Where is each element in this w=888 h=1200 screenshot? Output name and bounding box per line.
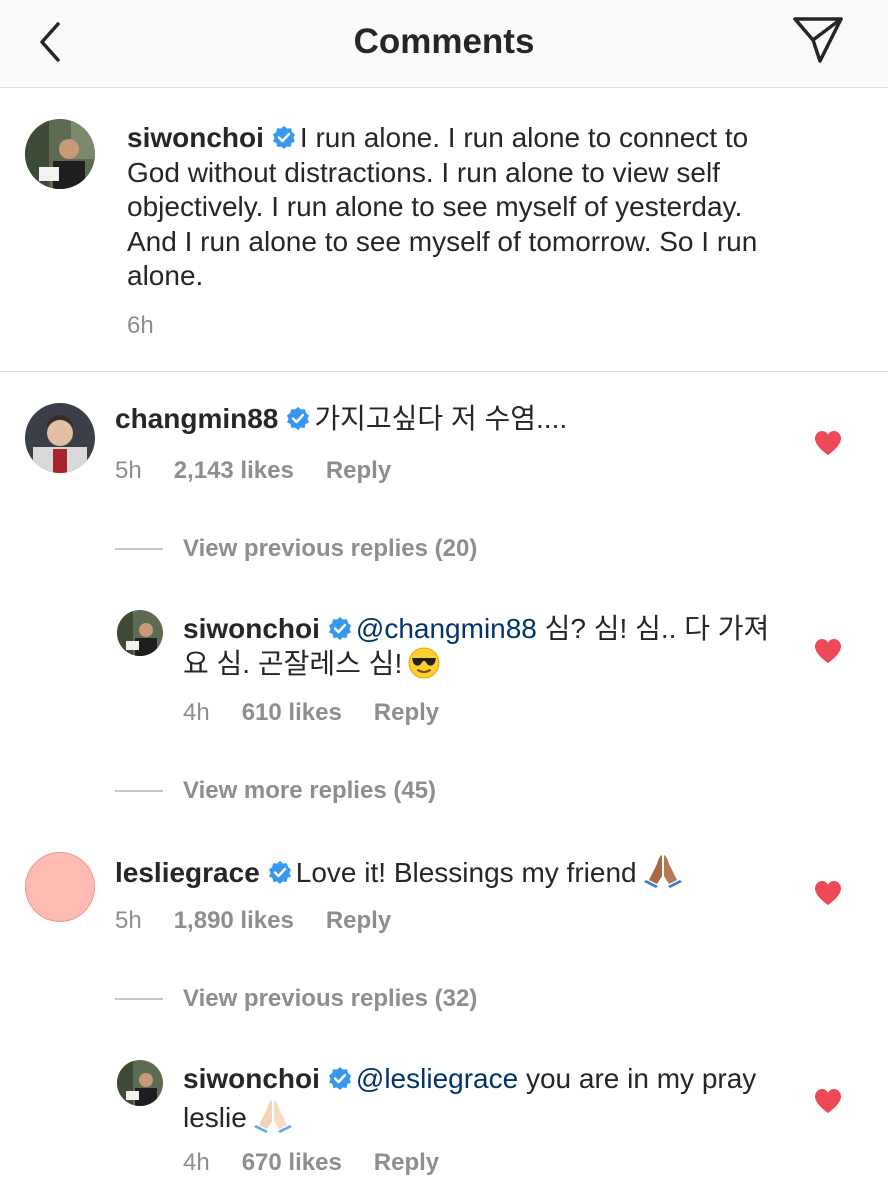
reply-text: siwonchoi @lesliegrace you are in my pray…: [183, 1062, 783, 1135]
comment-time: 5h: [115, 457, 142, 484]
send-icon[interactable]: [790, 14, 846, 66]
mention-link[interactable]: @changmin88: [356, 613, 537, 644]
reply-time: 4h: [183, 699, 210, 726]
comment-time: 5h: [115, 907, 142, 934]
reply-button[interactable]: Reply: [374, 1149, 439, 1176]
heart-icon[interactable]: [814, 430, 842, 456]
comment-username[interactable]: lesliegrace: [115, 857, 260, 888]
view-previous-replies[interactable]: View previous replies (32): [183, 985, 477, 1013]
verified-badge-icon: [287, 407, 310, 430]
comment-meta: 5h 1,890 likes Reply: [115, 907, 391, 935]
verified-badge-icon: [328, 1067, 351, 1090]
reply-likes[interactable]: 670 likes: [242, 1149, 342, 1176]
reply-username[interactable]: siwonchoi: [183, 613, 320, 644]
avatar[interactable]: [25, 403, 95, 473]
verified-badge-icon: [328, 617, 351, 640]
reply-button[interactable]: Reply: [326, 457, 391, 484]
comment-body: 가지고싶다 저 수염....: [314, 403, 568, 434]
comment-likes[interactable]: 1,890 likes: [174, 907, 294, 934]
caption-text: siwonchoi I run alone. I run alone to con…: [127, 121, 767, 294]
avatar[interactable]: [25, 852, 95, 922]
heart-icon[interactable]: [814, 1088, 842, 1114]
replies-divider: [115, 790, 163, 792]
post-caption: siwonchoi I run alone. I run alone to con…: [0, 88, 888, 372]
heart-icon[interactable]: [814, 880, 842, 906]
page-title: Comments: [353, 22, 535, 61]
reply-time: 4h: [183, 1149, 210, 1176]
sunglasses-face-emoji-icon: [408, 647, 440, 678]
header-bar: Comments: [0, 0, 888, 88]
folded-hands-icon: [643, 855, 682, 888]
comment-likes[interactable]: 2,143 likes: [174, 457, 294, 484]
replies-divider: [115, 548, 163, 550]
reply-likes[interactable]: 610 likes: [242, 699, 342, 726]
comment-text: changmin88 가지고싶다 저 수염....: [115, 402, 795, 437]
avatar[interactable]: [117, 1060, 163, 1106]
mention-link[interactable]: @lesliegrace: [356, 1063, 518, 1094]
comment-username[interactable]: changmin88: [115, 403, 278, 434]
reply-username[interactable]: siwonchoi: [183, 1063, 320, 1094]
verified-badge-icon: [272, 126, 295, 149]
verified-badge-icon: [268, 861, 291, 884]
avatar[interactable]: [117, 610, 163, 656]
reply-button[interactable]: Reply: [374, 699, 439, 726]
reply-button[interactable]: Reply: [326, 907, 391, 934]
view-more-replies[interactable]: View more replies (45): [183, 777, 436, 805]
folded-hands-icon: [253, 1099, 292, 1133]
comment-body: Love it! Blessings my friend: [295, 857, 637, 888]
caption-username[interactable]: siwonchoi: [127, 122, 264, 153]
comment-meta: 5h 2,143 likes Reply: [115, 457, 391, 485]
view-previous-replies[interactable]: View previous replies (20): [183, 535, 477, 563]
caption-time: 6h: [127, 312, 154, 339]
reply-text: siwonchoi @changmin88 심? 심! 심.. 다 가져요 심. …: [183, 612, 783, 681]
reply-meta: 4h 670 likes Reply: [183, 1149, 439, 1177]
avatar[interactable]: [25, 119, 95, 189]
caption-meta: 6h: [127, 312, 154, 340]
replies-divider: [115, 998, 163, 1000]
reply-meta: 4h 610 likes Reply: [183, 699, 439, 727]
comment-text: lesliegrace Love it! Blessings my friend: [115, 852, 795, 891]
heart-icon[interactable]: [814, 638, 842, 664]
